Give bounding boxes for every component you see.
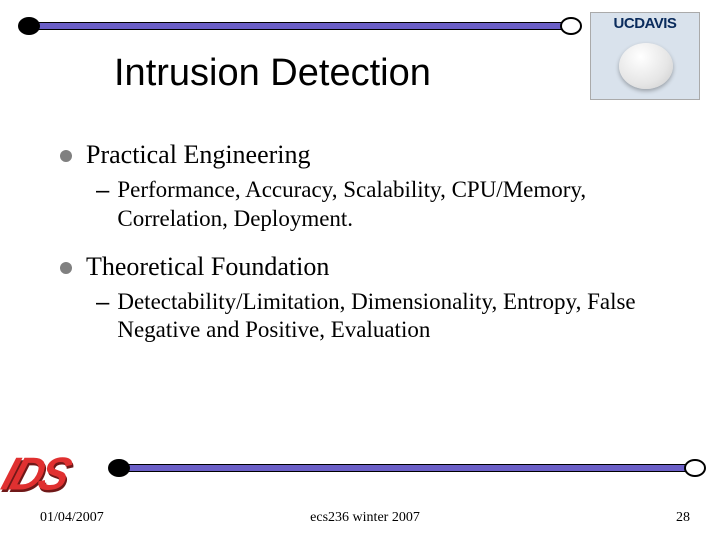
bullet-item: Practical Engineering [60,140,670,170]
sub-bullet-item: – Performance, Accuracy, Scalability, CP… [96,176,670,234]
footer-course: ecs236 winter 2007 [40,510,690,526]
ids-wordart: IDS [0,449,74,502]
bullet-dot-icon [60,262,72,274]
bullet-label: Theoretical Foundation [86,252,329,282]
slide-title: Intrusion Detection [114,52,431,95]
header-divider [20,20,580,34]
logo-text: UCDAVIS [591,15,699,32]
slide-footer: 01/04/2007 ecs236 winter 2007 28 [40,510,690,526]
sub-bullet-item: – Detectability/Limitation, Dimensionali… [96,288,670,346]
footer-divider [110,462,704,476]
sub-bullet-text: Detectability/Limitation, Dimensionality… [117,288,670,346]
sub-bullet-text: Performance, Accuracy, Scalability, CPU/… [117,176,670,234]
bullet-dot-icon [60,150,72,162]
bullet-label: Practical Engineering [86,140,311,170]
university-logo: UCDAVIS [590,12,700,100]
egg-sculpture-icon [619,43,673,89]
slide-body: Practical Engineering – Performance, Acc… [60,140,670,363]
bullet-item: Theoretical Foundation [60,252,670,282]
dash-icon: – [96,176,109,206]
dash-icon: – [96,288,109,318]
